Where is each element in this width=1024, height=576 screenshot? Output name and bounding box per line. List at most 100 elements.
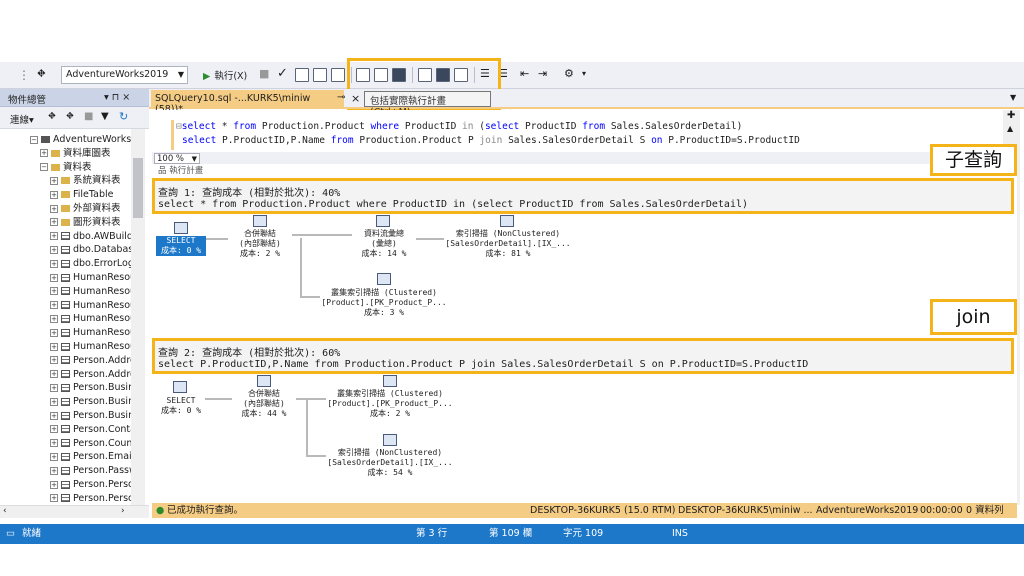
split-icon[interactable]: ✚ [1007, 110, 1015, 121]
outdent-icon[interactable]: ⇤ [520, 67, 529, 80]
q2-idxscan-op[interactable]: 索引掃描 (NonClustered) [SalesOrderDetail].[… [326, 448, 454, 478]
tree-item[interactable]: − 資料表 [40, 161, 92, 174]
expand-icon[interactable]: + [50, 204, 58, 213]
overflow-chevron-icon[interactable]: ▾ [582, 69, 586, 78]
expand-icon[interactable]: + [50, 259, 58, 268]
scroll-up-icon[interactable]: ▲ [1007, 124, 1013, 133]
tree-item[interactable]: + Person.Conta [50, 423, 136, 436]
q2-clustered-op[interactable]: 叢集索引掃描 (Clustered) [Product].[PK_Product… [326, 389, 454, 419]
query-editor[interactable]: ⊟select * from Production.Product where … [152, 110, 1017, 152]
database-select[interactable]: AdventureWorks2019 ▼ [61, 66, 188, 84]
tree-item[interactable]: + HumanResou [50, 326, 136, 339]
q1-merge-op[interactable]: 合併聯結 (內部聯結) 成本: 2 % [228, 229, 292, 259]
indent-icon[interactable]: ⇥ [538, 67, 547, 80]
execute-button[interactable]: ▶ 執行(X) [203, 68, 247, 82]
q1-stream-op[interactable]: 資料流彙總 (彙總) 成本: 14 % [352, 229, 416, 259]
object-explorer-window-controls[interactable]: ▾ ⊓ × [104, 92, 130, 103]
tree-item[interactable]: − AdventureWorks2 [30, 133, 137, 146]
tree-item[interactable]: + 系統資料表 [50, 174, 121, 187]
tree-item[interactable]: + HumanResou [50, 340, 136, 353]
object-explorer-hscrollbar[interactable]: ‹ › [0, 505, 149, 518]
zoom-select[interactable]: 100 % ▼ [154, 153, 200, 164]
q1-idxscan-op[interactable]: 索引掃描 (NonClustered) [SalesOrderDetail].[… [444, 229, 572, 259]
expand-icon[interactable]: + [50, 370, 58, 379]
pin-icon[interactable]: ⊸ [337, 92, 345, 103]
expand-icon[interactable]: + [50, 480, 58, 489]
tree-item[interactable]: + 圖形資料表 [50, 216, 121, 229]
tree-item[interactable]: + Person.Busine [50, 381, 140, 394]
tree-item[interactable]: + HumanResou [50, 271, 136, 284]
tree-item[interactable]: + Person.Email [50, 450, 134, 463]
expand-icon[interactable]: + [50, 328, 58, 337]
tree-item[interactable]: + Person.Passw [50, 464, 137, 477]
clustered-scan-op-icon[interactable] [383, 375, 397, 387]
expand-icon[interactable]: + [50, 342, 58, 351]
tree-item[interactable]: + Person.Busine [50, 395, 140, 408]
tree-item[interactable]: + dbo.Database [50, 243, 139, 256]
expand-icon[interactable]: + [50, 218, 58, 227]
collapse-icon[interactable]: − [40, 163, 48, 172]
select-op-icon[interactable] [173, 381, 187, 393]
connect-button[interactable]: 連線▾ [10, 112, 34, 126]
display-plan-icon[interactable] [295, 68, 309, 82]
stop-icon[interactable]: ■ [84, 111, 93, 122]
tree-item[interactable]: + Person.Addre [50, 354, 136, 367]
tree-item[interactable]: + 外部資料表 [50, 202, 121, 215]
q1-select-op[interactable]: SELECT 成本: 0 % [156, 236, 206, 256]
expand-icon[interactable]: + [50, 383, 58, 392]
expand-icon[interactable]: + [50, 452, 58, 461]
tree-item[interactable]: + dbo.ErrorLog [50, 257, 134, 270]
expand-icon[interactable]: + [50, 439, 58, 448]
expand-icon[interactable]: + [50, 356, 58, 365]
stop-icon[interactable]: ■ [259, 67, 269, 80]
object-explorer-scroll-thumb[interactable] [133, 158, 143, 218]
close-tab-icon[interactable]: × [351, 92, 360, 105]
scroll-left-icon[interactable]: ‹ [3, 506, 7, 516]
tree-item[interactable]: + 資料庫圖表 [40, 147, 111, 160]
filter-icon[interactable]: ⛖ [37, 67, 46, 81]
tab-sqlquery10[interactable]: SQLQuery10.sql -...KURK5\miniw (58))* ⊸ [151, 90, 345, 115]
disconnect-icon[interactable]: ⛖ [66, 111, 74, 122]
q2-select-op[interactable]: SELECT 成本: 0 % [157, 396, 205, 416]
parse-check-icon[interactable]: ✓ [277, 66, 288, 81]
tree-item[interactable]: + dbo.AWBuildV [50, 230, 139, 243]
merge-join-op-icon[interactable] [257, 375, 271, 387]
expand-icon[interactable]: + [50, 466, 58, 475]
q1-clustered-op[interactable]: 叢集索引掃描 (Clustered) [Product].[PK_Product… [320, 288, 448, 318]
expand-icon[interactable]: + [50, 176, 58, 185]
filter-icon[interactable]: ▼ [101, 111, 109, 122]
expand-icon[interactable]: + [40, 149, 48, 158]
expand-icon[interactable]: + [50, 232, 58, 241]
q2-merge-op[interactable]: 合併聯結 (內部聯結) 成本: 44 % [232, 389, 296, 419]
scroll-right-icon[interactable]: › [121, 506, 125, 516]
collapse-icon[interactable]: − [30, 135, 38, 144]
tree-item[interactable]: + FileTable [50, 188, 113, 201]
expand-icon[interactable]: + [50, 245, 58, 254]
expand-icon[interactable]: + [50, 273, 58, 282]
tree-item[interactable]: + Person.Busine [50, 409, 140, 422]
stream-aggregate-op-icon[interactable] [376, 215, 390, 227]
tree-item[interactable]: + Person.Persor [50, 492, 138, 505]
expand-icon[interactable]: + [50, 494, 58, 503]
results-grid-icon[interactable] [331, 68, 345, 82]
index-scan-op-icon[interactable] [383, 434, 397, 446]
expand-icon[interactable]: + [50, 301, 58, 310]
clustered-scan-op-icon[interactable] [377, 273, 391, 285]
expand-icon[interactable]: + [50, 190, 58, 199]
merge-join-op-icon[interactable] [253, 215, 267, 227]
expand-icon[interactable]: + [50, 314, 58, 323]
expand-icon[interactable]: + [50, 411, 58, 420]
connect-icon[interactable]: ⛖ [48, 111, 56, 122]
tree-item[interactable]: + HumanResou [50, 285, 136, 298]
index-scan-op-icon[interactable] [500, 215, 514, 227]
template-icon[interactable]: ⚙ [564, 67, 574, 80]
expand-icon[interactable]: + [50, 397, 58, 406]
tab-list-chevron-icon[interactable]: ▼ [1010, 93, 1016, 102]
refresh-icon[interactable]: ↻ [119, 110, 128, 123]
tree-item[interactable]: + HumanResou [50, 299, 136, 312]
tree-item[interactable]: + Person.Persor [50, 478, 138, 491]
expand-icon[interactable]: + [50, 287, 58, 296]
tree-item[interactable]: + Person.Addre [50, 368, 136, 381]
expand-icon[interactable]: + [50, 425, 58, 434]
tree-item[interactable]: + Person.Count [50, 437, 136, 450]
